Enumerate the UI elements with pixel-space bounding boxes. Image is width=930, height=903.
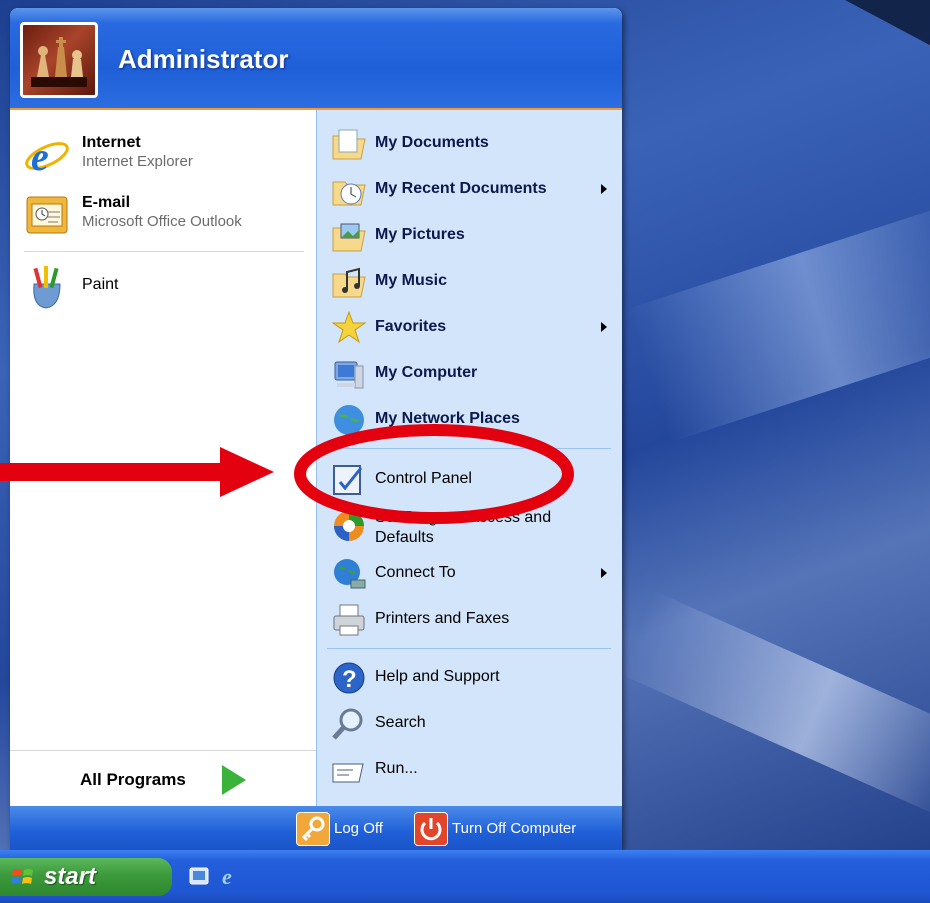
wallpaper-streak [617, 590, 930, 820]
program-label: Paint [82, 276, 119, 293]
place-my-computer[interactable]: My Computer [331, 354, 615, 394]
windows-logo-icon [12, 869, 33, 884]
start-menu-header: Administrator [10, 8, 622, 110]
taskbar: start e [0, 850, 930, 903]
svg-text:?: ? [342, 666, 357, 693]
place-my-recent-documents[interactable]: My Recent Documents [331, 170, 615, 210]
key-icon [296, 812, 330, 846]
tool-search[interactable]: Search [331, 704, 615, 744]
internet-explorer-icon: e [25, 134, 69, 178]
show-desktop-icon[interactable] [188, 865, 210, 887]
tool-label: Search [375, 714, 426, 731]
tool-help-and-support[interactable]: ? Help and Support [331, 658, 615, 698]
chess-pieces-icon [31, 37, 87, 87]
place-favorites[interactable]: Favorites [331, 308, 615, 348]
start-label: start [44, 863, 97, 890]
start-button[interactable]: start [0, 858, 172, 896]
search-icon [332, 708, 363, 740]
place-label: My Pictures [375, 226, 465, 243]
all-programs-button[interactable]: All Programs [10, 752, 316, 806]
all-programs-separator [10, 750, 316, 751]
pinned-subtitle: Internet Explorer [82, 153, 193, 170]
tool-label: Run... [375, 760, 418, 777]
place-label: Favorites [375, 318, 447, 335]
run-icon [332, 763, 364, 783]
log-off-button[interactable]: Log Off [296, 812, 400, 846]
pinned-internet[interactable]: e Internet Internet Explorer [24, 130, 304, 180]
power-icon [414, 812, 448, 846]
pinned-title: Internet [82, 134, 141, 151]
log-off-label: Log Off [334, 820, 383, 837]
svg-text:e: e [31, 134, 49, 178]
start-menu-footer: Log Off Turn Off Computer [10, 806, 622, 850]
green-arrow-icon [222, 765, 246, 795]
wallpaper-streak [627, 197, 930, 443]
my-recent-documents-icon [332, 181, 366, 206]
place-label: My Music [375, 272, 448, 289]
wallpaper-streak [725, 0, 930, 59]
recent-program-paint[interactable]: Paint [24, 262, 304, 312]
all-programs-label: All Programs [80, 770, 186, 789]
place-label: My Documents [375, 134, 489, 151]
internet-explorer-icon[interactable]: e [220, 865, 242, 887]
red-circle-annotation [294, 424, 574, 524]
setting-printers-and-faxes[interactable]: Printers and Faxes [331, 600, 615, 640]
pinned-separator [24, 251, 304, 252]
my-documents-icon [332, 129, 366, 160]
connect-to-icon [334, 559, 366, 589]
svg-text:e: e [222, 865, 232, 887]
place-my-documents[interactable]: My Documents [331, 124, 615, 164]
turn-off-computer-button[interactable]: Turn Off Computer [414, 812, 614, 846]
submenu-arrow-icon [601, 568, 607, 578]
paint-icon [33, 266, 61, 309]
pinned-subtitle: Microsoft Office Outlook [82, 213, 242, 230]
help-icon: ? [333, 662, 365, 694]
place-label: My Computer [375, 364, 478, 381]
my-computer-icon [334, 361, 364, 389]
place-label: My Recent Documents [375, 180, 547, 197]
printer-icon [333, 604, 365, 636]
red-arrow-annotation [0, 447, 274, 497]
user-avatar[interactable] [20, 22, 98, 98]
pinned-email[interactable]: E-mail Microsoft Office Outlook [24, 190, 304, 240]
turn-off-label: Turn Off Computer [452, 820, 577, 837]
setting-connect-to[interactable]: Connect To [331, 554, 615, 594]
submenu-arrow-icon [601, 322, 607, 332]
my-pictures-icon [332, 223, 366, 252]
favorites-star-icon [331, 310, 367, 344]
tool-label: Help and Support [375, 668, 500, 685]
setting-label: Printers and Faxes [375, 610, 510, 627]
outlook-icon [26, 196, 68, 234]
setting-label: Connect To [375, 564, 456, 581]
tool-run[interactable]: Run... [331, 750, 615, 790]
my-music-icon [332, 267, 366, 298]
place-my-music[interactable]: My Music [331, 262, 615, 302]
pinned-title: E-mail [82, 194, 131, 211]
user-name: Administrator [118, 44, 289, 74]
settings-separator [327, 648, 611, 649]
place-my-pictures[interactable]: My Pictures [331, 216, 615, 256]
submenu-arrow-icon [601, 184, 607, 194]
